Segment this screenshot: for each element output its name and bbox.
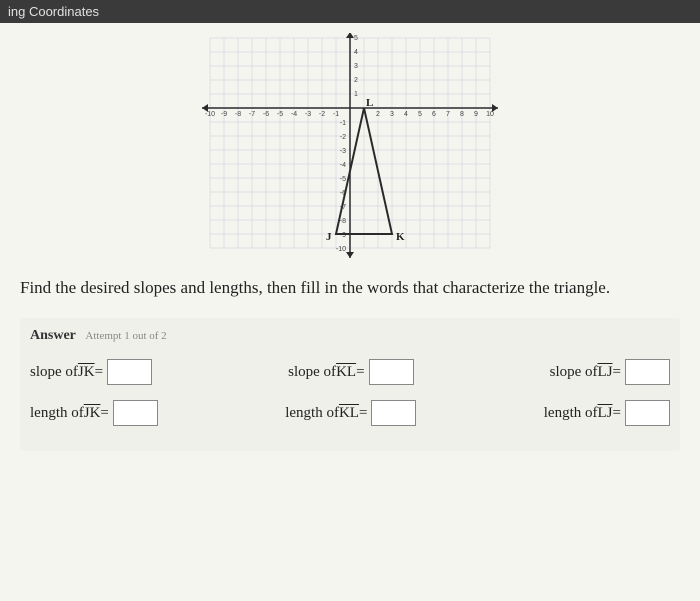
slope-jk-group: slope of JK =: [30, 359, 152, 385]
length-kl-input[interactable]: [371, 400, 416, 426]
answer-header: Answer Attempt 1 out of 2: [30, 328, 670, 344]
lengths-row: length of JK = length of KL = length of …: [30, 400, 670, 426]
coordinate-graph: -10 -9 -8 -7 -6 -5 -4 -3 -2 -1 2 3 4 5 6 7 8 9 10 1 2 3 4 5 -…: [20, 33, 680, 263]
svg-text:-3: -3: [340, 148, 346, 155]
svg-text:4: 4: [404, 111, 408, 118]
page-header: ing Coordinates: [0, 0, 700, 23]
slope-kl-group: slope of KL =: [288, 359, 413, 385]
length-jk-input[interactable]: [113, 400, 158, 426]
slope-kl-input[interactable]: [369, 359, 414, 385]
answer-area: Answer Attempt 1 out of 2 slope of JK = …: [20, 318, 680, 451]
answer-label: Answer: [30, 328, 76, 343]
svg-text:6: 6: [432, 111, 436, 118]
svg-text:2: 2: [354, 77, 358, 84]
svg-text:-10: -10: [205, 111, 215, 118]
svg-text:-4: -4: [340, 162, 346, 169]
svg-text:9: 9: [474, 111, 478, 118]
svg-text:-10: -10: [336, 246, 346, 253]
svg-text:-8: -8: [340, 218, 346, 225]
arrow-up-icon: [346, 33, 354, 38]
length-lj-group: length of LJ =: [544, 400, 670, 426]
slopes-row: slope of JK = slope of KL = slope of LJ …: [30, 359, 670, 385]
svg-text:1: 1: [354, 91, 358, 98]
svg-text:-7: -7: [249, 111, 255, 118]
header-title: ing Coordinates: [8, 4, 99, 19]
svg-text:-8: -8: [235, 111, 241, 118]
svg-text:3: 3: [390, 111, 394, 118]
length-jk-group: length of JK =: [30, 400, 158, 426]
svg-text:-1: -1: [340, 120, 346, 127]
svg-text:-1: -1: [333, 111, 339, 118]
svg-text:2: 2: [376, 111, 380, 118]
svg-text:-4: -4: [291, 111, 297, 118]
svg-text:-2: -2: [340, 134, 346, 141]
slope-lj-input[interactable]: [625, 359, 670, 385]
attempt-text: Attempt 1 out of 2: [85, 330, 166, 342]
svg-text:-9: -9: [221, 111, 227, 118]
svg-text:5: 5: [418, 111, 422, 118]
svg-text:-5: -5: [277, 111, 283, 118]
slope-jk-input[interactable]: [107, 359, 152, 385]
svg-text:-6: -6: [263, 111, 269, 118]
svg-text:-3: -3: [305, 111, 311, 118]
svg-text:5: 5: [354, 35, 358, 42]
svg-text:8: 8: [460, 111, 464, 118]
length-lj-input[interactable]: [625, 400, 670, 426]
svg-text:3: 3: [354, 63, 358, 70]
svg-text:7: 7: [446, 111, 450, 118]
svg-text:4: 4: [354, 49, 358, 56]
point-label-l: L: [366, 97, 373, 109]
svg-text:-5: -5: [340, 176, 346, 183]
svg-text:10: 10: [486, 111, 494, 118]
point-label-j: J: [326, 231, 332, 243]
question-text: Find the desired slopes and lengths, the…: [20, 278, 680, 298]
arrow-down-icon: [346, 252, 354, 258]
slope-lj-group: slope of LJ =: [550, 359, 670, 385]
length-kl-group: length of KL =: [285, 400, 416, 426]
main-content: -10 -9 -8 -7 -6 -5 -4 -3 -2 -1 2 3 4 5 6 7 8 9 10 1 2 3 4 5 -…: [0, 23, 700, 461]
point-label-k: K: [396, 231, 405, 243]
svg-text:-2: -2: [319, 111, 325, 118]
